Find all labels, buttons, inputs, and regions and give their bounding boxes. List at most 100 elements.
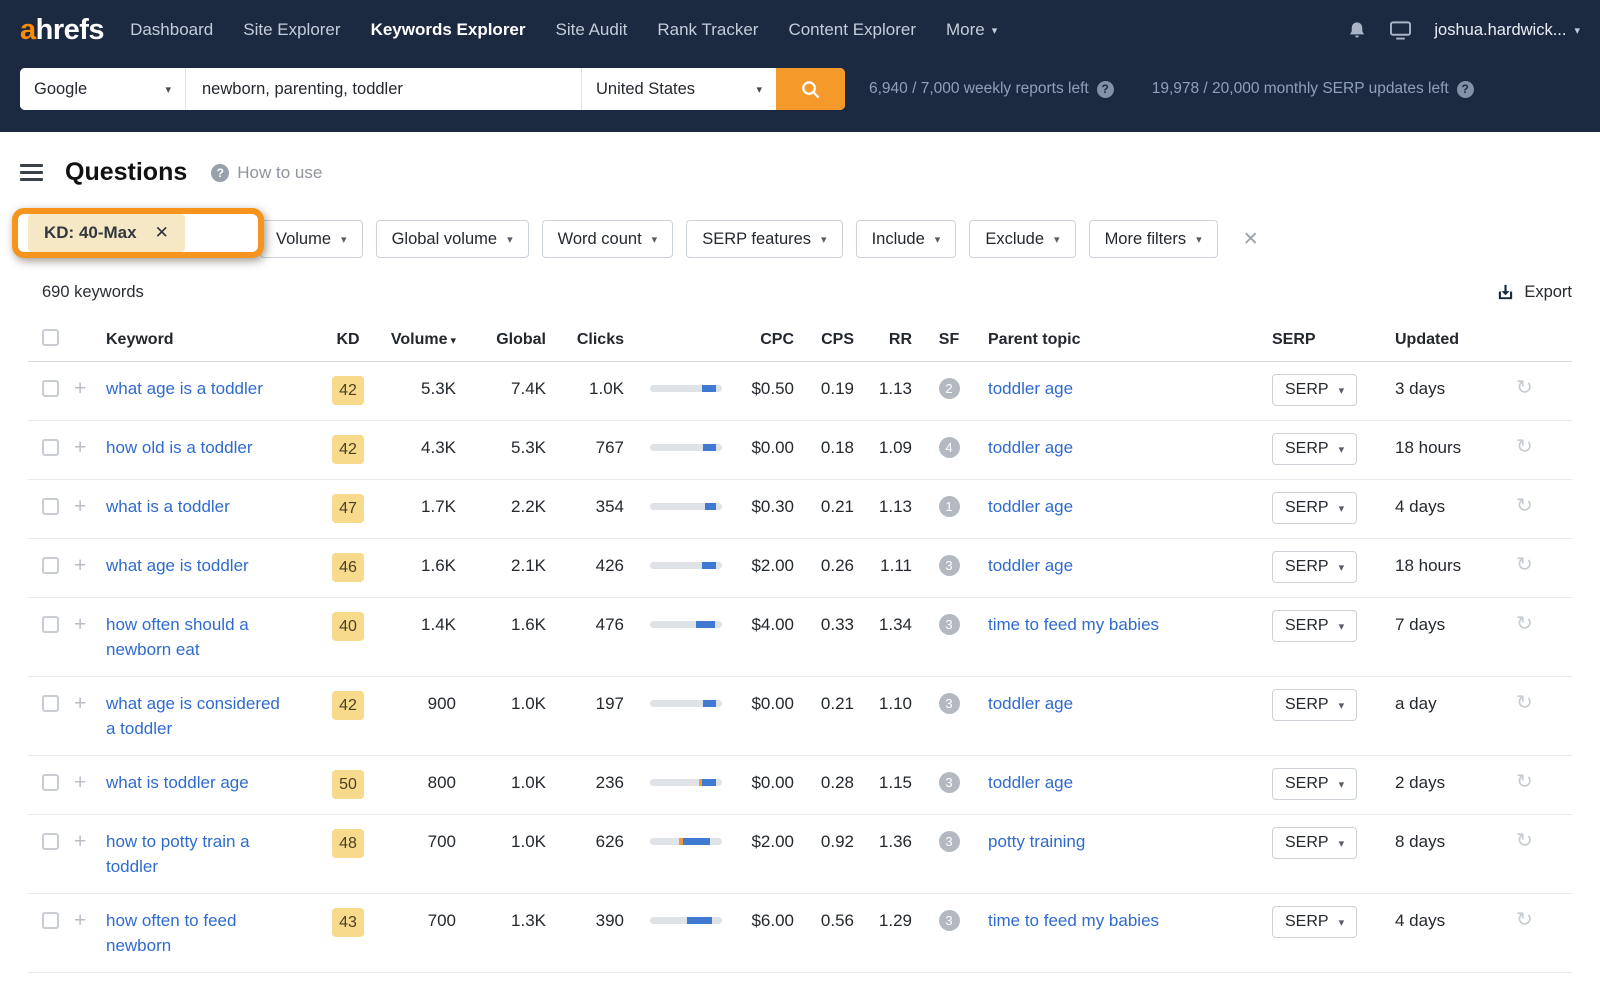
refresh-icon[interactable]: ↻ bbox=[1516, 554, 1533, 576]
refresh-icon[interactable]: ↻ bbox=[1516, 830, 1533, 852]
parent-topic-link[interactable]: toddler age bbox=[988, 691, 1073, 716]
select-all-checkbox[interactable] bbox=[42, 329, 59, 346]
col-header-cps[interactable]: CPS bbox=[800, 331, 860, 349]
filter-global-volume[interactable]: Global volume▾ bbox=[376, 220, 529, 258]
how-to-use-link[interactable]: How to use bbox=[237, 163, 322, 183]
keyword-link[interactable]: what age is toddler bbox=[106, 553, 249, 578]
add-to-list-icon[interactable]: + bbox=[74, 771, 86, 794]
serp-dropdown-button[interactable]: SERP▾ bbox=[1272, 689, 1357, 721]
serp-dropdown-button[interactable]: SERP▾ bbox=[1272, 768, 1357, 800]
global-volume-value: 1.0K bbox=[462, 691, 552, 716]
row-checkbox[interactable] bbox=[42, 498, 59, 515]
filter-word-count[interactable]: Word count▾ bbox=[542, 220, 674, 258]
nav-dashboard[interactable]: Dashboard bbox=[130, 20, 213, 40]
clear-filters-icon[interactable]: ✕ bbox=[1243, 228, 1259, 251]
parent-topic-link[interactable]: toddler age bbox=[988, 376, 1073, 401]
row-checkbox[interactable] bbox=[42, 774, 59, 791]
rr-value: 1.09 bbox=[860, 435, 918, 460]
refresh-icon[interactable]: ↻ bbox=[1516, 692, 1533, 714]
refresh-icon[interactable]: ↻ bbox=[1516, 436, 1533, 458]
filter-more-filters[interactable]: More filters▾ bbox=[1089, 220, 1218, 258]
refresh-icon[interactable]: ↻ bbox=[1516, 495, 1533, 517]
serp-dropdown-button[interactable]: SERP▾ bbox=[1272, 827, 1357, 859]
parent-topic-link[interactable]: toddler age bbox=[988, 435, 1073, 460]
country-select[interactable]: United States ▾ bbox=[581, 68, 776, 110]
keyword-link[interactable]: what is toddler age bbox=[106, 770, 249, 795]
filter-volume[interactable]: Volume▾ bbox=[260, 220, 363, 258]
serp-dropdown-button[interactable]: SERP▾ bbox=[1272, 433, 1357, 465]
col-header-keyword[interactable]: Keyword bbox=[98, 331, 318, 349]
keyword-link[interactable]: what age is a toddler bbox=[106, 376, 263, 401]
serp-dropdown-button[interactable]: SERP▾ bbox=[1272, 610, 1357, 642]
nav-site-explorer[interactable]: Site Explorer bbox=[243, 20, 340, 40]
help-icon[interactable]: ? bbox=[1457, 81, 1474, 98]
add-to-list-icon[interactable]: + bbox=[74, 377, 86, 400]
serp-dropdown-button[interactable]: SERP▾ bbox=[1272, 492, 1357, 524]
search-button[interactable] bbox=[776, 68, 845, 110]
add-to-list-icon[interactable]: + bbox=[74, 692, 86, 715]
keyword-link[interactable]: what is a toddler bbox=[106, 494, 230, 519]
help-icon[interactable]: ? bbox=[1097, 81, 1114, 98]
keyword-link[interactable]: how old is a toddler bbox=[106, 435, 252, 460]
clicks-distribution-bar bbox=[650, 700, 722, 707]
parent-topic-link[interactable]: toddler age bbox=[988, 553, 1073, 578]
nav-content-explorer[interactable]: Content Explorer bbox=[788, 20, 916, 40]
col-header-parent-topic[interactable]: Parent topic bbox=[980, 331, 1250, 349]
row-checkbox[interactable] bbox=[42, 557, 59, 574]
filter-exclude[interactable]: Exclude▾ bbox=[969, 220, 1075, 258]
keyword-link[interactable]: what age is considered a toddler bbox=[106, 691, 291, 741]
notifications-bell-icon[interactable] bbox=[1347, 20, 1367, 41]
col-header-clicks[interactable]: Clicks bbox=[552, 331, 630, 349]
parent-topic-link[interactable]: time to feed my babies bbox=[988, 612, 1159, 637]
add-to-list-icon[interactable]: + bbox=[74, 436, 86, 459]
keyword-link[interactable]: how often should a newborn eat bbox=[106, 612, 291, 662]
parent-topic-link[interactable]: time to feed my babies bbox=[988, 908, 1159, 933]
serp-dropdown-button[interactable]: SERP▾ bbox=[1272, 374, 1357, 406]
filter-serp-features[interactable]: SERP features▾ bbox=[686, 220, 842, 258]
add-to-list-icon[interactable]: + bbox=[74, 554, 86, 577]
col-header-updated[interactable]: Updated bbox=[1370, 331, 1490, 349]
nav-rank-tracker[interactable]: Rank Tracker bbox=[657, 20, 758, 40]
col-header-rr[interactable]: RR bbox=[860, 331, 918, 349]
row-checkbox[interactable] bbox=[42, 616, 59, 633]
serp-dropdown-button[interactable]: SERP▾ bbox=[1272, 551, 1357, 583]
refresh-icon[interactable]: ↻ bbox=[1516, 377, 1533, 399]
keyword-link[interactable]: how often to feed newborn bbox=[106, 908, 291, 958]
add-to-list-icon[interactable]: + bbox=[74, 909, 86, 932]
nav-site-audit[interactable]: Site Audit bbox=[556, 20, 628, 40]
nav-keywords-explorer[interactable]: Keywords Explorer bbox=[371, 20, 526, 40]
add-to-list-icon[interactable]: + bbox=[74, 613, 86, 636]
col-header-kd[interactable]: KD bbox=[318, 331, 378, 349]
filter-kd-active-chip[interactable]: KD: 40-Max ✕ bbox=[28, 214, 185, 252]
refresh-icon[interactable]: ↻ bbox=[1516, 613, 1533, 635]
add-to-list-icon[interactable]: + bbox=[74, 495, 86, 518]
col-header-sf[interactable]: SF bbox=[918, 331, 980, 349]
monitor-icon[interactable] bbox=[1389, 20, 1412, 40]
remove-kd-filter-icon[interactable]: ✕ bbox=[155, 223, 169, 243]
col-header-global[interactable]: Global bbox=[462, 331, 552, 349]
parent-topic-link[interactable]: toddler age bbox=[988, 770, 1073, 795]
export-button[interactable]: Export bbox=[1496, 283, 1572, 302]
parent-topic-link[interactable]: toddler age bbox=[988, 494, 1073, 519]
user-account-menu[interactable]: joshua.hardwick... ▾ bbox=[1434, 21, 1580, 40]
serp-dropdown-button[interactable]: SERP▾ bbox=[1272, 906, 1357, 938]
row-checkbox[interactable] bbox=[42, 833, 59, 850]
nav-more[interactable]: More▾ bbox=[946, 20, 997, 40]
keywords-input[interactable] bbox=[186, 68, 581, 110]
filter-include[interactable]: Include▾ bbox=[856, 220, 957, 258]
col-header-volume[interactable]: Volume▾ bbox=[378, 331, 462, 349]
add-to-list-icon[interactable]: + bbox=[74, 830, 86, 853]
row-checkbox[interactable] bbox=[42, 695, 59, 712]
row-checkbox[interactable] bbox=[42, 912, 59, 929]
menu-icon[interactable] bbox=[20, 164, 43, 181]
parent-topic-link[interactable]: potty training bbox=[988, 829, 1085, 854]
help-icon[interactable]: ? bbox=[211, 164, 229, 182]
keyword-link[interactable]: how to potty train a toddler bbox=[106, 829, 291, 879]
search-engine-select[interactable]: Google ▾ bbox=[20, 68, 186, 110]
row-checkbox[interactable] bbox=[42, 439, 59, 456]
ahrefs-logo[interactable]: ahrefs bbox=[20, 14, 104, 47]
row-checkbox[interactable] bbox=[42, 380, 59, 397]
refresh-icon[interactable]: ↻ bbox=[1516, 771, 1533, 793]
refresh-icon[interactable]: ↻ bbox=[1516, 909, 1533, 931]
col-header-cpc[interactable]: CPC bbox=[730, 331, 800, 349]
